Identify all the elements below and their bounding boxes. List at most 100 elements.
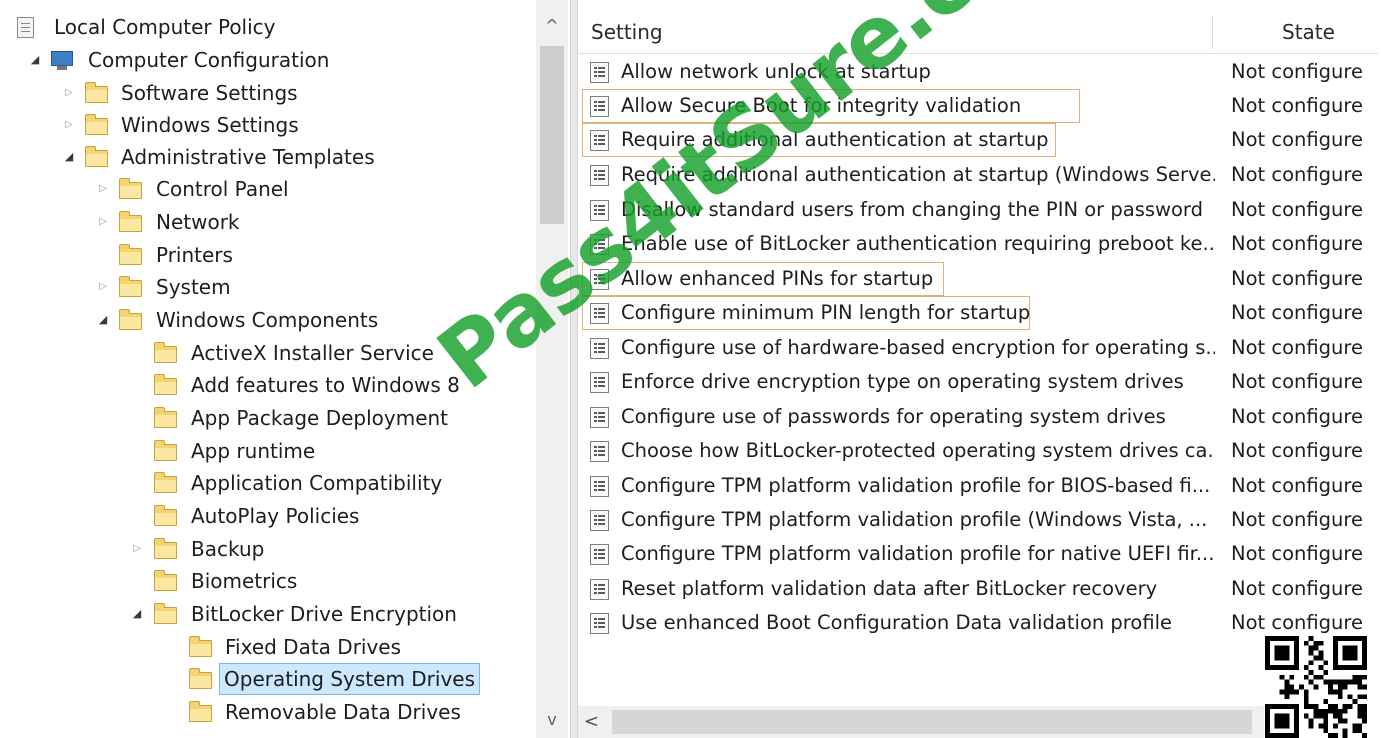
tree-item-printers[interactable]: Printers (0, 239, 530, 271)
tree-item-computer-configuration[interactable]: ◢ Computer Configuration (0, 44, 530, 76)
tree-item-system[interactable]: ▷ System (0, 271, 530, 303)
tree-item-app-package-deployment[interactable]: App Package Deployment (0, 402, 530, 434)
setting-row[interactable]: Allow Secure Boot for integrity validati… (578, 89, 1378, 123)
setting-row[interactable]: Use enhanced Boot Configuration Data val… (578, 606, 1378, 640)
expand-arrow-icon[interactable]: ▷ (96, 173, 110, 205)
tree-item-label: Control Panel (156, 177, 289, 201)
setting-row[interactable]: Require additional authentication at sta… (578, 123, 1378, 157)
setting-state: Not configure (1231, 163, 1363, 186)
setting-row[interactable]: Configure TPM platform validation profil… (578, 503, 1378, 537)
tree-vertical-scrollbar[interactable]: ^ v (536, 0, 568, 738)
tree-item-administrative-templates[interactable]: ◢ Administrative Templates (0, 141, 530, 173)
tree-item-label: Backup (191, 537, 265, 561)
setting-state: Not configure (1231, 405, 1363, 428)
setting-state: Not configure (1231, 267, 1363, 290)
tree-item-autoplay-policies[interactable]: AutoPlay Policies (0, 500, 530, 532)
tree-item-windows-settings[interactable]: ▷ Windows Settings (0, 109, 530, 141)
policy-setting-icon (590, 441, 609, 462)
scroll-up-arrow-icon[interactable]: ^ (536, 12, 568, 40)
tree-item-label: App Package Deployment (191, 406, 449, 430)
policy-setting-icon (590, 510, 609, 531)
collapse-arrow-icon[interactable]: ◢ (96, 304, 110, 336)
tree-item-removable-data-drives[interactable]: Removable Data Drives (0, 696, 530, 728)
tree-item-label: ActiveX Installer Service (191, 341, 434, 365)
collapse-arrow-icon[interactable]: ◢ (28, 44, 42, 76)
folder-icon (153, 505, 177, 526)
setting-state: Not configure (1231, 439, 1363, 462)
tree-item-label: Add features to Windows 8 (191, 373, 460, 397)
folder-icon (118, 211, 142, 232)
setting-name: Configure TPM platform validation profil… (621, 542, 1215, 565)
folder-icon (153, 603, 177, 624)
expand-arrow-icon[interactable]: ▷ (96, 206, 110, 238)
tree-item-fixed-data-drives[interactable]: Fixed Data Drives (0, 631, 530, 663)
folder-icon (153, 538, 177, 559)
setting-name: Configure minimum PIN length for startup (621, 301, 1031, 324)
policy-setting-icon (590, 338, 609, 359)
setting-row[interactable]: Configure TPM platform validation profil… (578, 469, 1378, 503)
tree-item-label: Windows Components (156, 308, 379, 332)
setting-state: Not configure (1231, 232, 1363, 255)
setting-row[interactable]: Enforce drive encryption type on operati… (578, 365, 1378, 399)
settings-list-pane: Setting State Allow network unlock at st… (577, 0, 1378, 738)
column-header-setting[interactable]: Setting (591, 11, 663, 53)
expand-arrow-icon[interactable]: ▷ (96, 271, 110, 303)
tree-item-backup[interactable]: ▷ Backup (0, 533, 530, 565)
tree-item-label: AutoPlay Policies (191, 504, 360, 528)
tree-scroll-thumb[interactable] (540, 46, 564, 224)
setting-row[interactable]: Enable use of BitLocker authentication r… (578, 227, 1378, 261)
setting-state: Not configure (1231, 508, 1363, 531)
setting-state: Not configure (1231, 60, 1363, 83)
tree-item-application-compatibility[interactable]: Application Compatibility (0, 467, 530, 499)
setting-row[interactable]: Reset platform validation data after Bit… (578, 572, 1378, 606)
setting-row[interactable]: Configure minimum PIN length for startup… (578, 296, 1378, 330)
scroll-left-arrow-icon[interactable]: < (584, 708, 608, 736)
setting-row[interactable]: Require additional authentication at sta… (578, 158, 1378, 192)
tree-item-label: Application Compatibility (191, 471, 443, 495)
setting-row[interactable]: Choose how BitLocker-protected operating… (578, 434, 1378, 468)
setting-name: Disallow standard users from changing th… (621, 198, 1203, 221)
folder-icon (84, 82, 108, 103)
tree-item-biometrics[interactable]: Biometrics (0, 565, 530, 597)
setting-row[interactable]: Disallow standard users from changing th… (578, 193, 1378, 227)
setting-row[interactable]: Configure TPM platform validation profil… (578, 537, 1378, 571)
policy-setting-icon (590, 200, 609, 221)
scroll-down-arrow-icon[interactable]: v (536, 706, 568, 734)
list-hscroll-thumb[interactable] (612, 710, 1252, 734)
list-horizontal-scrollbar[interactable]: < (578, 706, 1268, 738)
policy-setting-icon (590, 269, 609, 290)
setting-row[interactable]: Allow network unlock at startup Not confi… (578, 55, 1378, 89)
tree-item-app-runtime[interactable]: App runtime (0, 435, 530, 467)
tree-item-network[interactable]: ▷ Network (0, 206, 530, 238)
tree-item-control-panel[interactable]: ▷ Control Panel (0, 173, 530, 205)
tree-item-windows-components[interactable]: ◢ Windows Components (0, 304, 530, 336)
policy-setting-icon (590, 579, 609, 600)
column-header-state[interactable]: State (1282, 11, 1335, 53)
tree-item-software-settings[interactable]: ▷ Software Settings (0, 77, 530, 109)
folder-icon (153, 440, 177, 461)
expand-arrow-icon[interactable]: ▷ (62, 109, 76, 141)
setting-row[interactable]: Configure use of hardware-based encrypti… (578, 331, 1378, 365)
setting-name: Require additional authentication at sta… (621, 128, 1049, 151)
folder-icon (153, 342, 177, 363)
policy-setting-icon (590, 165, 609, 186)
column-divider[interactable] (1212, 15, 1213, 49)
expand-arrow-icon[interactable]: ▷ (62, 77, 76, 109)
setting-row[interactable]: Configure use of passwords for operating… (578, 400, 1378, 434)
setting-state: Not configure (1231, 611, 1363, 634)
tree-item-local-computer-policy[interactable]: Local Computer Policy (0, 11, 530, 43)
collapse-arrow-icon[interactable]: ◢ (130, 598, 144, 630)
collapse-arrow-icon[interactable]: ◢ (62, 141, 76, 173)
setting-row[interactable]: Allow enhanced PINs for startup Not confi… (578, 262, 1378, 296)
tree-item-bitlocker-drive-encryption[interactable]: ◢ BitLocker Drive Encryption (0, 598, 530, 630)
folder-icon (153, 570, 177, 591)
policy-setting-icon (590, 544, 609, 565)
navigation-tree-pane: Local Computer Policy ◢ Computer Configura… (0, 0, 570, 738)
tree-item-activex-installer-service[interactable]: ActiveX Installer Service (0, 337, 530, 369)
tree-item-label: Windows Settings (121, 113, 299, 137)
expand-arrow-icon[interactable]: ▷ (130, 533, 144, 565)
policy-document-icon (14, 17, 38, 38)
tree-item-operating-system-drives[interactable]: Operating System Drives (0, 663, 530, 695)
policy-setting-icon (590, 234, 609, 255)
tree-item-add-features-to-windows-8[interactable]: Add features to Windows 8 (0, 369, 530, 401)
